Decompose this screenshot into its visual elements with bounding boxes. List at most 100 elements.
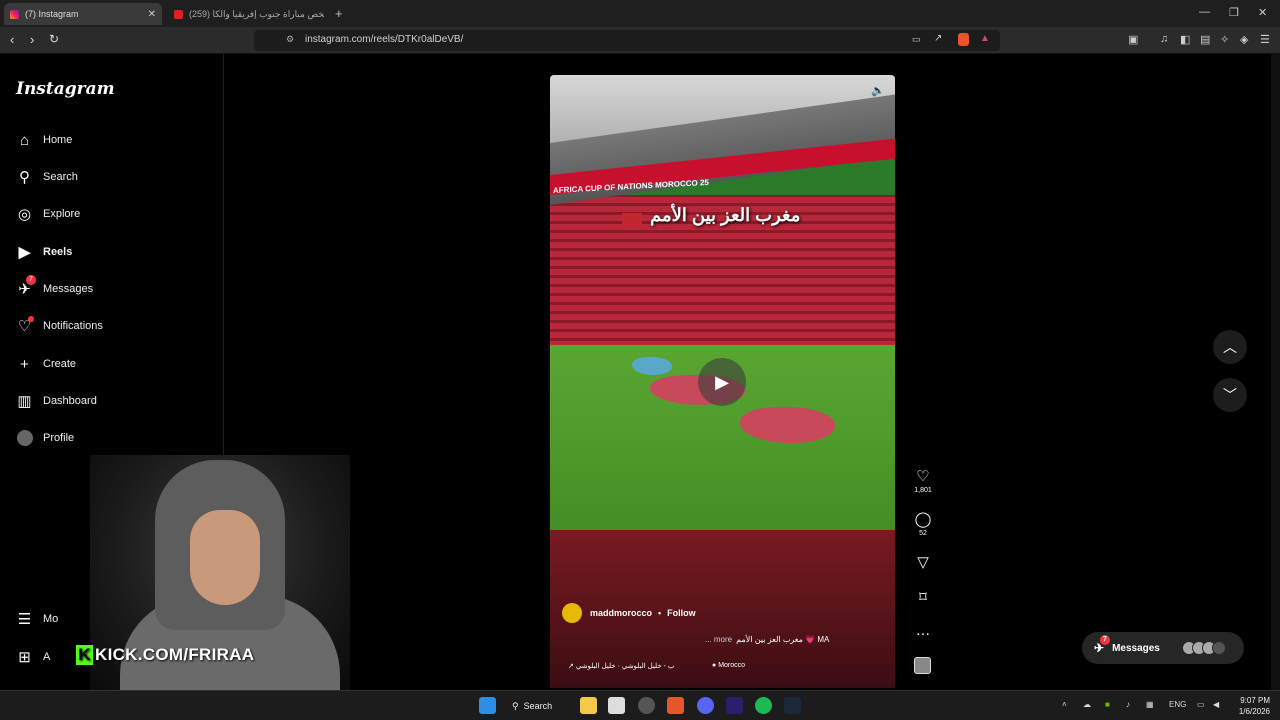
music-icon[interactable]: ♫ xyxy=(1160,33,1168,45)
reel-username[interactable]: maddmorocco xyxy=(590,608,652,618)
comment-button[interactable]: ◯ 52 xyxy=(910,510,936,537)
chevron-up-icon[interactable]: ˄ xyxy=(1062,700,1067,709)
sidebar-item-label: Messages xyxy=(43,283,94,295)
cast-icon[interactable]: ▭ xyxy=(912,34,921,45)
sidebar-item-label: Explore xyxy=(43,208,81,220)
reel-video[interactable]: AFRICA CUP OF NATIONS MOROCCO 25 مغرب ال… xyxy=(550,75,895,688)
sidebar-item-search[interactable]: ⚲ Search xyxy=(16,165,78,189)
unread-badge: 7 xyxy=(1100,635,1110,645)
sidebar-item-label: Mo xyxy=(43,613,59,625)
avatar xyxy=(1211,641,1226,655)
tab-youtube[interactable]: (259) ملخص مباراة جنوب إفريقيا والكا... xyxy=(168,3,330,25)
obs-icon[interactable] xyxy=(638,697,655,714)
discord-icon[interactable] xyxy=(697,697,714,714)
separator-dot: • xyxy=(658,608,662,618)
home-icon: ⌂ xyxy=(19,131,30,149)
more-link[interactable]: ... more xyxy=(705,635,732,644)
youtube-icon xyxy=(174,9,183,19)
vpn-icon[interactable]: ◈ xyxy=(1240,33,1248,46)
menu-icon[interactable]: ☰ xyxy=(1260,33,1270,46)
spotify-icon[interactable] xyxy=(755,697,772,714)
new-tab-button[interactable]: + xyxy=(335,6,343,21)
back-icon[interactable]: ‹ xyxy=(10,32,14,47)
sidebar-item-dashboard[interactable]: ▥ Dashboard xyxy=(16,389,96,413)
keyboard-icon[interactable]: ▦ xyxy=(1146,700,1154,709)
cloud-icon[interactable]: ☁ xyxy=(1083,700,1091,709)
brave-icon[interactable] xyxy=(667,697,684,714)
screen: (7) Instagram ✕ (259) ملخص مباراة جنوب إ… xyxy=(0,0,1280,720)
sidebar-item-label: Create xyxy=(43,358,77,370)
reel-audio[interactable]: ↗ ب - خليل البلوشي · خليل البلوشي xyxy=(568,662,675,670)
audio-thumbnail[interactable] xyxy=(914,657,931,674)
reload-icon[interactable]: ↻ xyxy=(49,32,59,46)
language-indicator[interactable]: ENG xyxy=(1169,700,1186,709)
instagram-logo[interactable]: Instagram xyxy=(16,79,115,99)
close-icon[interactable]: ✕ xyxy=(148,9,156,20)
plus-icon: + xyxy=(20,355,29,373)
reading-list-icon[interactable]: ◧ xyxy=(1180,33,1190,46)
sidebar-item-messages[interactable]: ✈ 7 Messages xyxy=(16,274,94,301)
sidebar-item-reels[interactable]: ▶ Reels xyxy=(16,240,73,264)
messenger-icon: ✈ 7 xyxy=(16,274,36,298)
chevron-up-icon: ︿ xyxy=(1223,339,1237,355)
hamburger-icon: ☰ xyxy=(17,611,32,628)
sidebar-item-label: Home xyxy=(43,134,73,146)
search-icon: ⚲ xyxy=(512,700,519,711)
avatar[interactable] xyxy=(562,603,582,623)
follow-button[interactable]: Follow xyxy=(667,608,696,618)
minimize-icon[interactable]: — xyxy=(1199,6,1210,18)
messenger-icon: ✈ 7 xyxy=(1094,635,1110,655)
address-bar[interactable]: ⚙ instagram.com/reels/DTKr0alDeVB/ ▭ ↗ ▲ xyxy=(254,30,1000,51)
sidebar-item-profile[interactable]: Profile xyxy=(16,426,74,450)
speaker-icon[interactable]: 🔈 xyxy=(871,84,885,97)
browser-toolbar: ‹ › ↻ ▯ ⚙ instagram.com/reels/DTKr0alDeV… xyxy=(0,27,1280,54)
restore-icon[interactable]: ❐ xyxy=(1229,6,1239,19)
next-reel-button[interactable]: ﹀ xyxy=(1213,378,1247,412)
location-pin-icon: ● xyxy=(712,662,717,669)
microphone-icon[interactable]: ♪ xyxy=(1126,700,1130,709)
ai-icon[interactable]: ✧ xyxy=(1220,33,1229,46)
wallet-icon[interactable]: ▤ xyxy=(1200,33,1210,46)
like-button[interactable]: ♡ 1,801 xyxy=(910,467,936,494)
morocco-flag-icon xyxy=(622,213,642,226)
volume-icon[interactable]: ◀ xyxy=(1213,700,1219,709)
sidebar-item-also-from-meta[interactable]: ⊞ A xyxy=(16,645,50,669)
sidebar-item-label: Notifications xyxy=(43,320,103,332)
file-explorer-icon[interactable] xyxy=(580,697,597,714)
tab-instagram[interactable]: (7) Instagram ✕ xyxy=(4,3,162,25)
share-button[interactable]: ▽ xyxy=(910,553,936,571)
brave-shield-icon[interactable] xyxy=(958,33,969,46)
sidebar-item-home[interactable]: ⌂ Home xyxy=(16,128,72,152)
chevron-down-icon: ﹀ xyxy=(1223,387,1237,403)
sidebar-panel-icon[interactable]: ▣ xyxy=(1128,33,1138,46)
window-close-icon[interactable]: ✕ xyxy=(1258,6,1267,19)
tab-title: (7) Instagram xyxy=(25,9,79,19)
stream-overlay-link: K KICK.COM/FRIRAA xyxy=(76,645,254,665)
messages-popover-button[interactable]: ✈ 7 Messages xyxy=(1082,632,1244,664)
sidebar-item-create[interactable]: + Create xyxy=(16,352,76,376)
save-button[interactable]: ⌑ xyxy=(910,588,936,606)
sidebar-item-more[interactable]: ☰ Mo xyxy=(16,607,59,631)
forward-icon[interactable]: › xyxy=(30,32,34,47)
windows-taskbar: ⚲ Search ˄ ☁ ■ ♪ ▦ ENG ▭ ◀ 9:07 PM 1/6/20… xyxy=(0,690,1280,720)
nvidia-icon[interactable]: ■ xyxy=(1105,700,1110,709)
sidebar-item-notifications[interactable]: ♡ Notifications xyxy=(16,314,103,338)
rewards-icon[interactable]: ▲ xyxy=(980,33,990,44)
previous-reel-button[interactable]: ︿ xyxy=(1213,330,1247,364)
play-icon: ▶ xyxy=(715,371,729,392)
snipping-tool-icon[interactable] xyxy=(608,697,625,714)
steam-icon[interactable] xyxy=(784,697,801,714)
network-icon[interactable]: ▭ xyxy=(1197,700,1205,709)
compass-icon: ◎ xyxy=(17,206,32,223)
taskbar-clock[interactable]: 9:07 PM 1/6/2026 xyxy=(1228,695,1270,717)
site-settings-icon[interactable]: ⚙ xyxy=(286,34,294,45)
page-scrollbar[interactable] xyxy=(1271,54,1280,690)
windows-start-icon[interactable] xyxy=(479,697,496,714)
reel-location[interactable]: ● Morocco xyxy=(712,662,745,669)
play-button[interactable]: ▶ xyxy=(698,358,746,406)
sidebar-item-explore[interactable]: ◎ Explore xyxy=(16,202,80,226)
share-icon[interactable]: ↗ xyxy=(934,33,942,44)
premiere-icon[interactable] xyxy=(726,697,743,714)
taskbar-search[interactable]: ⚲ Search xyxy=(512,696,566,716)
more-options-button[interactable]: … xyxy=(910,622,936,639)
